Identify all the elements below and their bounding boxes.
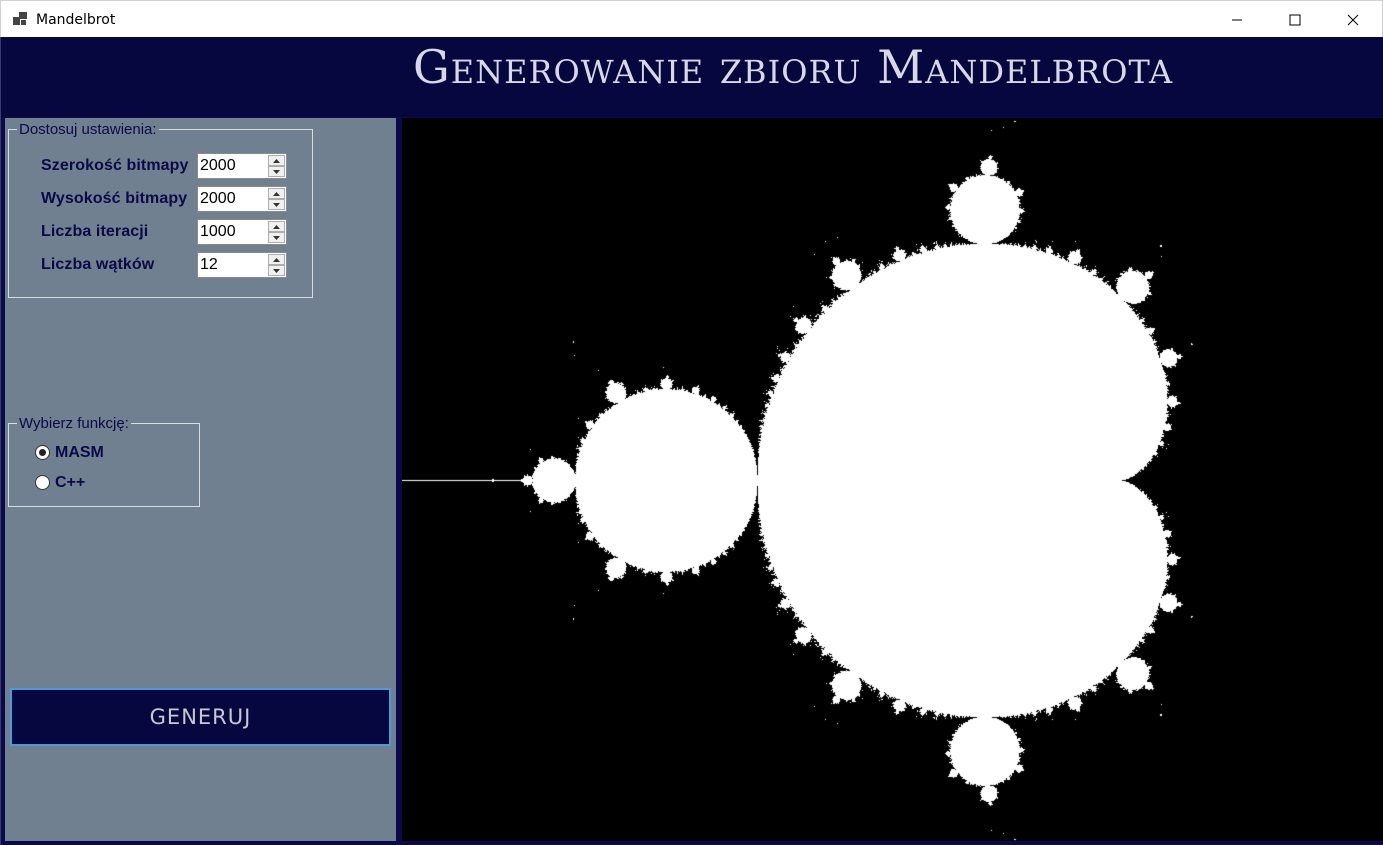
bitmap-width-value[interactable]: 2000: [200, 157, 236, 175]
iterations-label: Liczba iteracji: [41, 223, 149, 240]
mandelbrot-image: [402, 118, 1383, 841]
iterations-down-button[interactable]: [268, 232, 285, 243]
function-legend: Wybierz funkcję:: [19, 415, 129, 432]
close-icon: [1347, 14, 1359, 25]
bitmap-height-input[interactable]: 2000: [197, 186, 287, 212]
radio-cpp-circle[interactable]: [35, 475, 50, 490]
minimize-button[interactable]: [1208, 1, 1266, 38]
arrow-down-icon: [273, 169, 280, 174]
generate-button-label: GENERUJ: [149, 705, 252, 729]
bitmap-height-value[interactable]: 2000: [200, 190, 236, 208]
function-group: Wybierz funkcję:: [8, 415, 200, 507]
radio-masm-label[interactable]: MASM: [55, 444, 104, 462]
minimize-icon: [1232, 19, 1242, 20]
bitmap-width-up-button[interactable]: [268, 155, 285, 166]
fractal-output: [402, 118, 1383, 841]
arrow-up-icon: [273, 191, 280, 196]
header-banner: Generowanie zbioru Mandelbrota: [1, 37, 1383, 117]
page-title: Generowanie zbioru Mandelbrota: [413, 40, 1174, 94]
arrow-down-icon: [273, 235, 280, 240]
bitmap-width-down-button[interactable]: [268, 166, 285, 177]
threads-label: Liczba wątków: [41, 256, 155, 273]
generate-button[interactable]: GENERUJ: [10, 688, 391, 746]
maximize-button[interactable]: [1266, 1, 1324, 38]
radio-masm-circle[interactable]: [35, 445, 50, 460]
close-button[interactable]: [1324, 1, 1382, 38]
settings-legend: Dostosuj ustawienia:: [19, 121, 157, 138]
iterations-input[interactable]: 1000: [197, 219, 287, 245]
threads-input[interactable]: 12: [197, 252, 287, 278]
arrow-up-icon: [273, 224, 280, 229]
maximize-icon: [1289, 14, 1301, 25]
client-area: Generowanie zbioru Mandelbrota Dostosuj …: [0, 37, 1383, 845]
arrow-down-icon: [273, 268, 280, 273]
iterations-up-button[interactable]: [268, 221, 285, 232]
bitmap-width-input[interactable]: 2000: [197, 153, 287, 179]
bitmap-height-label: Wysokość bitmapy: [41, 190, 188, 207]
radio-cpp-label[interactable]: C++: [55, 474, 85, 492]
bitmap-width-label: Szerokość bitmapy: [41, 157, 189, 174]
bitmap-height-up-button[interactable]: [268, 188, 285, 199]
arrow-down-icon: [273, 202, 280, 207]
threads-value[interactable]: 12: [200, 256, 218, 274]
settings-panel: Dostosuj ustawienia: Szerokość bitmapy 2…: [5, 118, 396, 841]
window-title: Mandelbrot: [36, 12, 116, 28]
threads-down-button[interactable]: [268, 265, 285, 276]
arrow-up-icon: [273, 257, 280, 262]
window-titlebar: Mandelbrot: [0, 0, 1383, 37]
app-windows-icon: [13, 12, 27, 25]
threads-up-button[interactable]: [268, 254, 285, 265]
iterations-value[interactable]: 1000: [200, 223, 236, 241]
arrow-up-icon: [273, 158, 280, 163]
bitmap-height-down-button[interactable]: [268, 199, 285, 210]
